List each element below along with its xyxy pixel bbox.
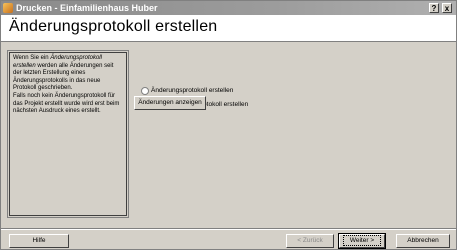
next-button-label: Weiter > bbox=[342, 235, 382, 246]
info-text-prefix: Wenn Sie ein bbox=[13, 55, 51, 61]
page-title: Änderungsprotokoll erstellen bbox=[9, 18, 218, 35]
show-changes-button[interactable]: Änderungen anzeigen bbox=[134, 96, 206, 110]
print-dialog-window: Drucken - Einfamilienhaus Huber ? x Ände… bbox=[0, 0, 457, 250]
info-panel: Wenn Sie ein Änderungsprotokoll erstelle… bbox=[7, 50, 129, 218]
info-text-note: Falls noch kein Änderungsprotokoll für d… bbox=[13, 92, 120, 115]
footer-separator bbox=[1, 228, 456, 230]
close-icon[interactable]: x bbox=[442, 3, 452, 13]
title-bar: Drucken - Einfamilienhaus Huber ? x bbox=[1, 1, 456, 15]
help-button[interactable]: Hilfe bbox=[9, 234, 69, 248]
app-icon bbox=[3, 3, 13, 13]
radio-create-protocol[interactable] bbox=[141, 87, 149, 95]
help-icon[interactable]: ? bbox=[429, 3, 439, 13]
cancel-button[interactable]: Abbrechen bbox=[396, 234, 450, 248]
radio-create-protocol-label[interactable]: Änderungsprotokoll erstellen bbox=[151, 86, 233, 96]
info-text: Wenn Sie ein Änderungsprotokoll erstelle… bbox=[9, 52, 127, 216]
next-button[interactable]: Weiter > bbox=[338, 233, 386, 249]
back-button[interactable]: < Zurück bbox=[286, 234, 334, 248]
header-area: Änderungsprotokoll erstellen bbox=[1, 15, 456, 42]
window-title: Drucken - Einfamilienhaus Huber bbox=[16, 3, 158, 13]
